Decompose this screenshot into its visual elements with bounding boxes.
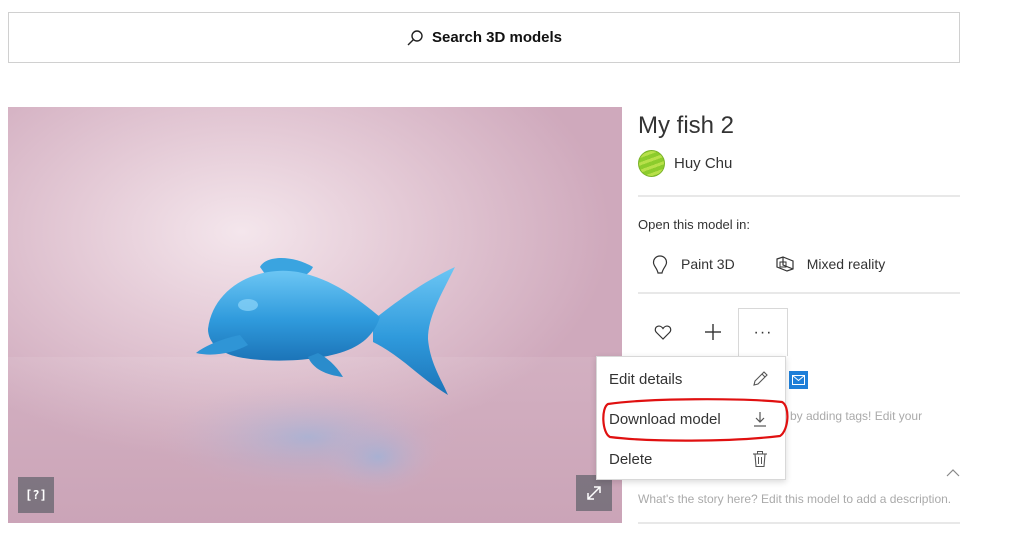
divider [638, 522, 960, 524]
edit-details-label: Edit details [609, 370, 683, 388]
open-in-paint-3d[interactable]: Paint 3D [651, 254, 735, 274]
chevron-up-icon [946, 469, 960, 477]
open-in-label: Open this model in: [638, 217, 751, 232]
paint-3d-label: Paint 3D [681, 256, 735, 272]
expand-button[interactable] [576, 475, 612, 511]
share-button[interactable] [789, 371, 808, 389]
help-button[interactable]: [?] [18, 477, 54, 513]
plus-icon [705, 324, 721, 340]
divider [638, 195, 960, 197]
download-model-menu-item[interactable]: Download model [597, 399, 785, 439]
heart-icon [654, 325, 672, 340]
avatar [638, 150, 665, 177]
mixed-reality-icon [776, 256, 794, 272]
expand-icon [587, 486, 601, 500]
open-in-mixed-reality[interactable]: Mixed reality [775, 255, 886, 273]
tags-hint[interactable]: by adding tags! Edit your [790, 409, 922, 423]
more-options-button[interactable]: ··· [738, 308, 788, 356]
fish-model[interactable] [8, 107, 622, 523]
edit-details-menu-item[interactable]: Edit details [597, 359, 785, 399]
like-button[interactable] [638, 308, 688, 356]
pencil-icon [753, 371, 768, 386]
search-icon [407, 29, 423, 45]
search-3d-models-button[interactable]: Search 3D models [8, 12, 960, 63]
author-link[interactable]: Huy Chu [638, 150, 960, 177]
delete-label: Delete [609, 450, 653, 468]
more-options-menu: Edit details Download model Delete [596, 356, 786, 480]
search-label: Search 3D models [431, 29, 563, 46]
paint-3d-icon [652, 255, 668, 274]
model-viewer[interactable]: [?] [8, 107, 622, 523]
model-title: My fish 2 [638, 112, 735, 139]
add-to-collection-button[interactable] [688, 308, 738, 356]
author-name: Huy Chu [674, 155, 733, 172]
mail-icon [792, 375, 805, 385]
collapse-button[interactable] [946, 465, 960, 480]
trash-icon [753, 451, 767, 468]
delete-menu-item[interactable]: Delete [597, 439, 785, 479]
description-hint[interactable]: What's the story here? Edit this model t… [638, 492, 951, 506]
mixed-reality-label: Mixed reality [806, 256, 886, 272]
divider [638, 292, 960, 294]
more-icon: ··· [753, 323, 773, 341]
model-details-panel: My fish 2 Huy Chu Open this model in: Pa… [638, 107, 960, 294]
download-icon [754, 412, 766, 427]
download-model-label: Download model [609, 410, 721, 428]
help-icon: [?] [25, 488, 47, 502]
model-actions: ··· [638, 308, 788, 356]
open-in-apps: Paint 3D Mixed reality [638, 254, 960, 274]
